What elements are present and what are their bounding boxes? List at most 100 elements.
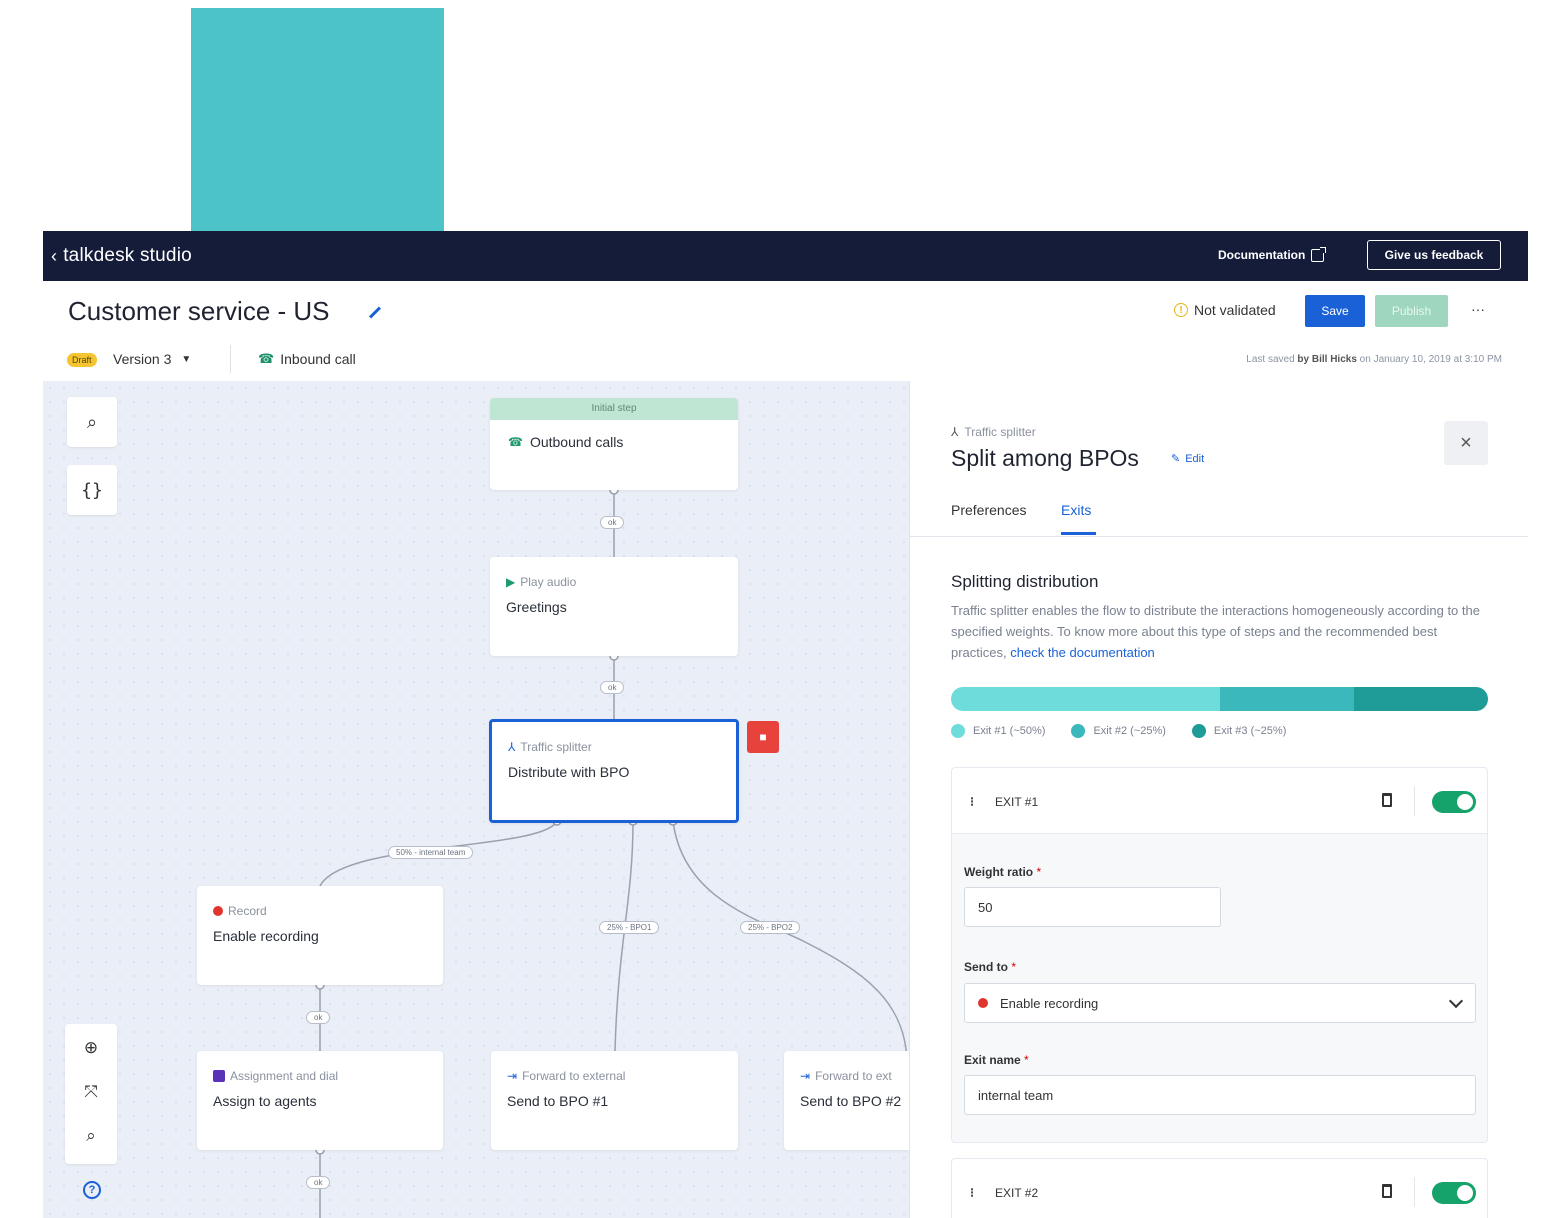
play-icon: ▶ bbox=[506, 575, 516, 589]
search-icon: ⌕ bbox=[86, 411, 98, 432]
node-type: Assignment and dial bbox=[213, 1069, 338, 1083]
more-options-button[interactable]: ··· bbox=[1471, 301, 1485, 317]
distribution-legend: Exit #1 (~50%) Exit #2 (~25%) Exit #3 (~25… bbox=[951, 724, 1286, 738]
required-mark: * bbox=[1024, 1053, 1029, 1067]
documentation-link[interactable]: Documentation bbox=[1218, 246, 1327, 262]
node-label: Outbound calls bbox=[529, 434, 624, 450]
send-to-select[interactable]: Enable recording bbox=[964, 983, 1476, 1023]
trash-icon[interactable] bbox=[1382, 793, 1392, 807]
last-saved-prefix: Last saved bbox=[1246, 354, 1295, 365]
node-forward-bpo1[interactable]: ⇥ Forward to external Send to BPO #1 bbox=[491, 1051, 738, 1150]
section-title: Splitting distribution bbox=[951, 572, 1099, 591]
exit-card-header: ⁝ EXIT #1 bbox=[952, 768, 1487, 834]
chevron-down-icon bbox=[1448, 993, 1464, 1009]
flow-canvas[interactable]: ok ok 50% - internal team 25% - BPO1 25%… bbox=[43, 381, 909, 1218]
exit-name-value: internal team bbox=[978, 1087, 1054, 1103]
documentation-inline-link[interactable]: check the documentation bbox=[1010, 645, 1155, 660]
last-saved-by: by Bill Hicks bbox=[1297, 354, 1357, 365]
edge-label-ok: ok bbox=[600, 516, 625, 529]
node-type-label: Play audio bbox=[520, 575, 577, 589]
zoom-in-icon[interactable]: ⊕ bbox=[65, 1038, 117, 1058]
back-to-home[interactable]: ‹ talkdesk studio bbox=[51, 245, 192, 267]
search-canvas-button[interactable]: ⌕ bbox=[67, 397, 117, 447]
studio-app: ‹ talkdesk studio Documentation Give us … bbox=[43, 231, 1528, 1218]
header-divider bbox=[1414, 786, 1415, 816]
node-play-audio[interactable]: ▶ Play audio Greetings bbox=[490, 557, 738, 656]
edit-step-name-button[interactable]: ✎ Edit bbox=[1171, 452, 1204, 466]
feedback-button[interactable]: Give us feedback bbox=[1367, 240, 1501, 270]
edge-label-bpo2: 25% - BPO2 bbox=[740, 921, 801, 934]
validation-status: ! Not validated bbox=[1174, 302, 1276, 318]
node-type-label: Forward to external bbox=[522, 1069, 626, 1083]
publish-button[interactable]: Publish bbox=[1375, 295, 1448, 327]
chevron-down-icon: ▼ bbox=[181, 353, 192, 365]
help-icon[interactable]: ? bbox=[83, 1181, 101, 1199]
exit-card-header: ⁝ EXIT #2 bbox=[952, 1159, 1487, 1218]
version-selector[interactable]: Version 3 ▼ bbox=[113, 351, 191, 367]
required-mark: * bbox=[1011, 960, 1017, 974]
edge-label-bpo1: 25% - BPO1 bbox=[599, 921, 660, 934]
forward-icon: ⇥ bbox=[507, 1069, 518, 1083]
page-title: Customer service - US bbox=[68, 296, 330, 326]
connections-layer bbox=[315, 485, 908, 1218]
node-type: ⇥ Forward to external bbox=[507, 1069, 625, 1083]
panel-title: Split among BPOs bbox=[951, 445, 1139, 471]
panel-divider bbox=[910, 536, 1528, 537]
panel-step-type-label: Traffic splitter bbox=[964, 425, 1036, 439]
chevron-left-icon: ‹ bbox=[51, 246, 58, 266]
trash-icon[interactable] bbox=[1382, 1184, 1392, 1198]
phone-incoming-icon: ☎ bbox=[258, 351, 275, 366]
fit-to-screen-icon[interactable]: ⤧ bbox=[65, 1082, 117, 1102]
step-properties-panel: ⅄ Traffic splitter Split among BPOs ✎ Ed… bbox=[909, 381, 1528, 1218]
edit-title-pencil-icon[interactable] bbox=[368, 306, 382, 319]
distribution-bar bbox=[951, 687, 1488, 711]
node-traffic-splitter[interactable]: ⅄ Traffic splitter Distribute with BPO bbox=[489, 719, 739, 823]
weight-ratio-label-text: Weight ratio bbox=[964, 865, 1034, 879]
split-icon: ⅄ bbox=[508, 740, 516, 754]
phone-outgoing-icon: ☎ bbox=[508, 435, 523, 449]
node-record[interactable]: Record Enable recording bbox=[197, 886, 443, 985]
exit-card-2: ⁝ EXIT #2 bbox=[951, 1158, 1488, 1218]
brand-name: talkdesk studio bbox=[63, 245, 192, 266]
active-tab-indicator bbox=[1061, 532, 1096, 535]
tab-preferences[interactable]: Preferences bbox=[951, 502, 1026, 518]
drag-handle-icon[interactable]: ⁝ bbox=[970, 1185, 974, 1201]
node-label: Greetings bbox=[506, 599, 567, 615]
pencil-icon: ✎ bbox=[1171, 453, 1181, 465]
legend-item-1: Exit #1 (~50%) bbox=[951, 724, 1045, 738]
node-assignment[interactable]: Assignment and dial Assign to agents bbox=[197, 1051, 443, 1150]
agent-icon bbox=[213, 1070, 225, 1082]
weight-ratio-input[interactable]: 50 bbox=[964, 887, 1221, 927]
node-label: Enable recording bbox=[213, 928, 319, 944]
exit-enabled-toggle[interactable] bbox=[1432, 791, 1476, 813]
record-icon bbox=[978, 998, 988, 1008]
distribution-segment-2 bbox=[1219, 687, 1354, 711]
braces-icon: {} bbox=[81, 479, 103, 501]
save-button[interactable]: Save bbox=[1305, 295, 1365, 327]
variables-button[interactable]: {} bbox=[67, 465, 117, 515]
node-label: Send to BPO #1 bbox=[507, 1093, 609, 1109]
node-forward-bpo2[interactable]: ⇥ Forward to ext Send to BPO #2 bbox=[784, 1051, 909, 1150]
record-icon bbox=[213, 906, 223, 916]
zoom-out-icon[interactable]: ⌕ bbox=[65, 1126, 117, 1146]
version-label: Version 3 bbox=[113, 351, 172, 367]
node-label: Send to BPO #2 bbox=[800, 1093, 902, 1109]
close-panel-button[interactable]: × bbox=[1444, 421, 1488, 465]
exit-enabled-toggle[interactable] bbox=[1432, 1182, 1476, 1204]
legend-label: Exit #1 (~50%) bbox=[973, 725, 1046, 737]
node-label: Assign to agents bbox=[213, 1093, 317, 1109]
panel-step-type: ⅄ Traffic splitter bbox=[951, 425, 1036, 439]
node-type-label: Assignment and dial bbox=[230, 1069, 339, 1083]
split-icon: ⅄ bbox=[951, 425, 959, 439]
drag-handle-icon[interactable]: ⁝ bbox=[970, 794, 974, 810]
flow-header: Customer service - US ! Not validated Sa… bbox=[43, 281, 1528, 382]
tab-exits[interactable]: Exits bbox=[1061, 502, 1091, 518]
edge-label-internal: 50% - internal team bbox=[388, 846, 474, 859]
node-initial-step[interactable]: Initial step ☎ Outbound calls bbox=[490, 398, 738, 490]
node-type: ▶ Play audio bbox=[506, 575, 576, 589]
node-type: ⅄ Traffic splitter bbox=[508, 740, 592, 754]
send-to-label: Send to * bbox=[964, 960, 1016, 974]
delete-node-button[interactable]: ■ bbox=[747, 721, 779, 753]
draft-badge: Draft bbox=[67, 353, 97, 367]
exit-name-input[interactable]: internal team bbox=[964, 1075, 1476, 1115]
